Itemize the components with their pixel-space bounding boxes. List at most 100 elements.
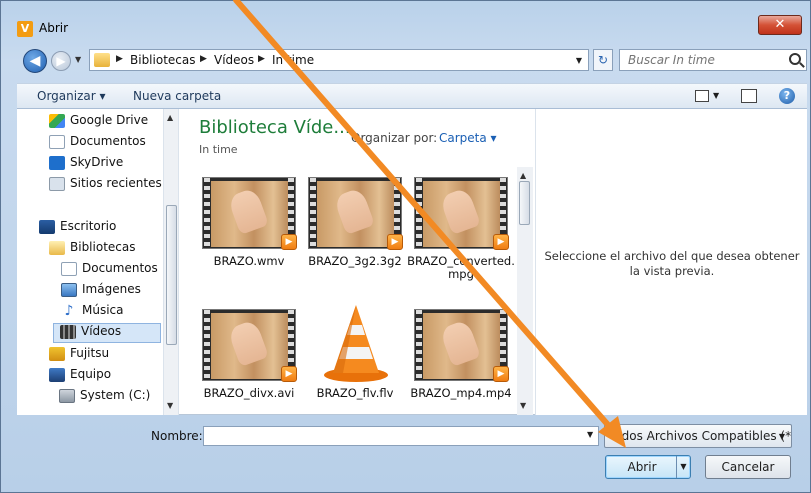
- sidebar-item-escritorio[interactable]: Escritorio: [39, 219, 116, 239]
- play-icon: ▶: [387, 234, 403, 250]
- scroll-up-icon[interactable]: ▲: [167, 113, 173, 122]
- scroll-down-icon[interactable]: ▼: [167, 401, 173, 410]
- sidebar-item-label: Fujitsu: [70, 346, 110, 360]
- sidebar-item-label: Bibliotecas: [70, 240, 136, 254]
- file-item[interactable]: ▶ BRAZO_mp4.mp4: [410, 309, 512, 421]
- open-options-dropdown[interactable]: ▼: [676, 456, 690, 478]
- sidebar-item-imagenes[interactable]: Imágenes: [61, 282, 141, 302]
- view-options-dropdown[interactable]: ▼: [713, 91, 719, 100]
- search-box[interactable]: [619, 49, 807, 71]
- new-folder-button[interactable]: Nueva carpeta: [133, 89, 221, 103]
- desktop-icon: [39, 219, 55, 234]
- file-item[interactable]: ▶ BRAZO_3g2.3g2: [305, 177, 405, 289]
- libraries-icon: [49, 240, 65, 255]
- recent-locations-dropdown[interactable]: ▼: [75, 55, 81, 64]
- sidebar-item-label: Google Drive: [70, 113, 149, 127]
- document-icon: [61, 261, 77, 276]
- play-icon: ▶: [493, 234, 509, 250]
- sidebar-item-label: Sitios recientes: [70, 176, 162, 190]
- scrollbar-thumb[interactable]: [519, 181, 530, 225]
- breadcrumb-videos[interactable]: Vídeos: [214, 53, 254, 67]
- file-item[interactable]: ▶ BRAZO_converted.mpg: [407, 177, 515, 289]
- file-name-dropdown[interactable]: ▼: [587, 430, 593, 439]
- sidebar-item-equipo[interactable]: Equipo: [49, 367, 111, 387]
- open-button-label: Abrir: [627, 460, 657, 474]
- title-bar: V Abrir ✕: [1, 1, 810, 41]
- sidebar-item-google-drive[interactable]: Google Drive: [49, 113, 148, 133]
- google-drive-icon: [49, 113, 65, 128]
- vlc-cone-icon: [324, 305, 388, 382]
- address-bar[interactable]: ▶ Bibliotecas ▶ Vídeos ▶ In time ▼: [89, 49, 589, 71]
- file-name: BRAZO_flv.flv: [316, 386, 394, 400]
- arrange-by-label: Organizar por:: [351, 131, 438, 145]
- file-item[interactable]: ▶ BRAZO_divx.avi: [199, 309, 299, 421]
- sidebar-item-label: Documentos: [70, 134, 146, 148]
- sidebar-scrollbar[interactable]: ▲ ▼: [163, 109, 178, 415]
- file-list-pane: Biblioteca Víde... In time Organizar por…: [179, 109, 535, 415]
- sidebar-item-label: Música: [82, 303, 124, 317]
- sidebar-item-documentos-lib[interactable]: Documentos: [61, 261, 158, 281]
- forward-button[interactable]: ▶: [51, 51, 71, 71]
- search-icon[interactable]: [789, 53, 801, 65]
- file-name-input[interactable]: [203, 426, 599, 446]
- dialog-footer: Nombre: ▼ Todos Archivos Compatibles (* …: [17, 415, 807, 493]
- skydrive-icon: [49, 155, 65, 170]
- window-title: Abrir: [39, 21, 69, 35]
- breadcrumb-separator[interactable]: ▶: [116, 54, 123, 64]
- document-icon: [49, 134, 65, 149]
- library-subtitle: In time: [199, 143, 238, 156]
- file-name: BRAZO_converted.mpg: [407, 254, 515, 281]
- video-thumbnail: ▶: [308, 177, 403, 250]
- breadcrumb-separator[interactable]: ▶: [200, 54, 207, 64]
- video-thumbnail: ▶: [202, 177, 297, 250]
- search-input[interactable]: [620, 50, 780, 70]
- sidebar-item-bibliotecas[interactable]: Bibliotecas: [49, 240, 135, 260]
- preview-pane-icon[interactable]: [741, 89, 757, 103]
- videos-icon: [60, 324, 76, 339]
- back-button[interactable]: ◀: [23, 49, 47, 73]
- help-icon[interactable]: ?: [779, 88, 795, 104]
- close-button[interactable]: ✕: [758, 15, 802, 35]
- sidebar-item-system-c[interactable]: System (C:): [59, 388, 150, 408]
- sidebar-item-label: Equipo: [70, 367, 112, 381]
- pictures-icon: [61, 282, 77, 297]
- file-item[interactable]: BRAZO_flv.flv: [305, 305, 405, 421]
- video-thumbnail: ▶: [414, 177, 509, 250]
- file-type-filter-label: Todos Archivos Compatibles (*: [609, 429, 792, 443]
- breadcrumb-separator[interactable]: ▶: [258, 54, 265, 64]
- sidebar-item-sitios-recientes[interactable]: Sitios recientes: [49, 176, 162, 196]
- sidebar-item-skydrive[interactable]: SkyDrive: [49, 155, 123, 175]
- dialog-body: Google Drive Documentos SkyDrive Sitios …: [17, 109, 807, 415]
- sidebar-item-documentos[interactable]: Documentos: [49, 134, 146, 154]
- refresh-button[interactable]: ↻: [593, 49, 613, 71]
- library-title: Biblioteca Víde...: [199, 117, 351, 138]
- recent-places-icon: [49, 176, 65, 191]
- open-file-dialog: V Abrir ✕ ◀ ▶ ▼ ▶ Bibliotecas ▶ Vídeos ▶…: [0, 0, 811, 493]
- arrange-by-dropdown[interactable]: Carpeta ▾: [439, 131, 497, 145]
- file-list-scrollbar[interactable]: ▲ ▼: [517, 167, 533, 415]
- file-name: BRAZO_mp4.mp4: [410, 386, 512, 400]
- organize-menu[interactable]: Organizar ▾: [37, 89, 106, 103]
- open-button[interactable]: Abrir ▼: [605, 455, 691, 479]
- address-dropdown[interactable]: ▼: [576, 56, 582, 65]
- breadcrumb-bibliotecas[interactable]: Bibliotecas: [130, 53, 195, 67]
- chevron-down-icon[interactable]: ▼: [779, 426, 785, 447]
- preview-pane: Seleccione el archivo del que desea obte…: [535, 109, 807, 415]
- sidebar-item-label: Imágenes: [82, 282, 141, 296]
- sidebar-item-videos[interactable]: Vídeos: [53, 323, 161, 343]
- play-icon: ▶: [281, 366, 297, 382]
- scrollbar-thumb[interactable]: [166, 205, 177, 345]
- sidebar-item-label: Escritorio: [60, 219, 117, 233]
- scroll-up-icon[interactable]: ▲: [520, 171, 526, 180]
- sidebar-item-fujitsu[interactable]: Fujitsu: [49, 346, 109, 366]
- hard-drive-icon: [59, 388, 75, 403]
- change-view-icon[interactable]: [695, 90, 709, 102]
- sidebar-item-musica[interactable]: ♪ Música: [61, 303, 124, 323]
- file-item[interactable]: ▶ BRAZO.wmv: [199, 177, 299, 289]
- breadcrumb-in-time[interactable]: In time: [272, 53, 314, 67]
- video-thumbnail: ▶: [202, 309, 297, 382]
- sidebar-item-label: Documentos: [82, 261, 158, 275]
- cancel-button[interactable]: Cancelar: [705, 455, 791, 479]
- file-type-filter[interactable]: Todos Archivos Compatibles (* ▼: [604, 424, 792, 448]
- scroll-down-icon[interactable]: ▼: [520, 401, 526, 410]
